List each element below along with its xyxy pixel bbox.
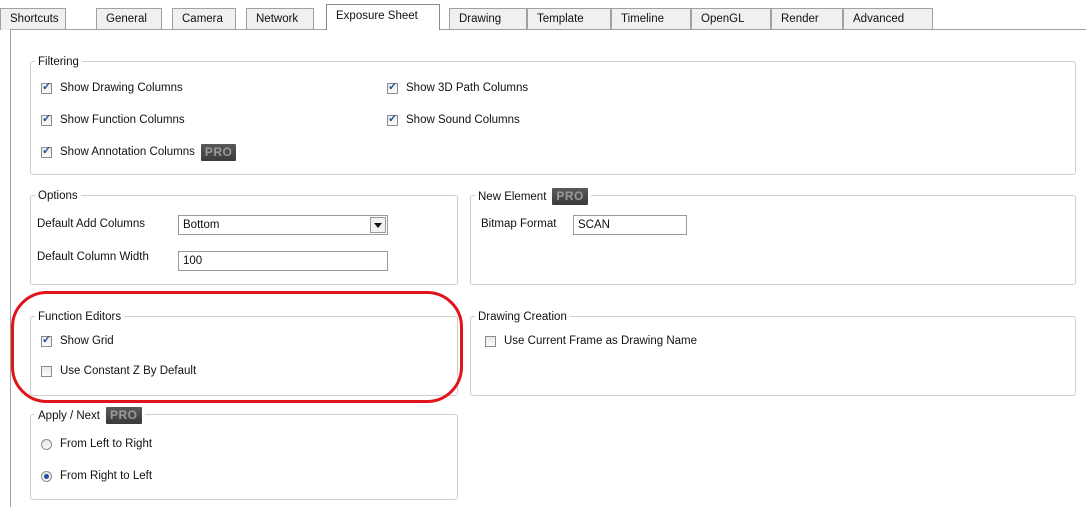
apply-next-group: Apply / Next PRO From Left to Right From … bbox=[30, 407, 458, 500]
check-icon: ✓ bbox=[42, 333, 52, 346]
filtering-group: Filtering ✓ Show Drawing Columns ✓ Show … bbox=[30, 54, 1076, 175]
default-add-columns-select[interactable]: Bottom bbox=[178, 215, 388, 235]
checkbox-label: Show Annotation Columns bbox=[60, 146, 195, 158]
radio-button[interactable] bbox=[41, 470, 52, 482]
tab-bar: Shortcuts General Camera Network Exposur… bbox=[0, 0, 1086, 30]
check-icon: ✓ bbox=[42, 112, 52, 125]
default-column-width-input[interactable]: 100 bbox=[178, 251, 388, 271]
drawing-creation-title: Drawing Creation bbox=[475, 309, 570, 325]
tab-shortcuts[interactable]: Shortcuts bbox=[0, 8, 66, 30]
checkbox-label: Show Drawing Columns bbox=[60, 82, 183, 94]
new-element-title-text: New Element bbox=[478, 191, 547, 203]
filtering-title: Filtering bbox=[35, 54, 82, 70]
radio-label: From Right to Left bbox=[60, 470, 153, 482]
pro-badge: PRO bbox=[106, 407, 142, 424]
default-add-columns-label: Default Add Columns bbox=[37, 218, 146, 230]
tab-exposure-sheet[interactable]: Exposure Sheet bbox=[326, 4, 440, 30]
options-title: Options bbox=[35, 188, 81, 204]
checkbox-box[interactable]: ✓ bbox=[41, 80, 52, 94]
radio-button[interactable] bbox=[41, 438, 52, 450]
from-left-to-right-radio[interactable]: From Left to Right bbox=[41, 435, 152, 453]
tab-opengl[interactable]: OpenGL bbox=[691, 8, 771, 30]
show-drawing-columns-checkbox[interactable]: ✓ Show Drawing Columns bbox=[41, 79, 183, 97]
show-annotation-columns-checkbox[interactable]: ✓ Show Annotation Columns PRO bbox=[41, 143, 237, 161]
new-element-title: New Element PRO bbox=[475, 188, 591, 205]
checkbox-label: Show Grid bbox=[60, 335, 114, 347]
checkbox-label: Show 3D Path Columns bbox=[406, 82, 529, 94]
checkbox-box[interactable]: ✓ bbox=[41, 112, 52, 126]
options-group: Options Default Add Columns Bottom Defau… bbox=[30, 188, 458, 285]
drawing-creation-group: Drawing Creation Use Current Frame as Dr… bbox=[470, 309, 1076, 396]
tab-render[interactable]: Render bbox=[771, 8, 843, 30]
check-icon: ✓ bbox=[42, 144, 52, 157]
bitmap-format-input[interactable]: SCAN bbox=[573, 215, 687, 235]
default-column-width-label: Default Column Width bbox=[37, 251, 149, 263]
checkbox-box[interactable] bbox=[485, 335, 496, 347]
tab-template[interactable]: Template bbox=[527, 8, 611, 30]
checkbox-label: Show Sound Columns bbox=[406, 114, 520, 126]
checkbox-label: Use Current Frame as Drawing Name bbox=[504, 335, 698, 347]
checkbox-box[interactable]: ✓ bbox=[41, 144, 52, 158]
function-editors-group: Function Editors ✓ Show Grid Use Constan… bbox=[30, 309, 458, 396]
use-current-frame-checkbox[interactable]: Use Current Frame as Drawing Name bbox=[485, 332, 697, 350]
tab-advanced[interactable]: Advanced bbox=[843, 8, 933, 30]
checkbox-box[interactable]: ✓ bbox=[41, 333, 52, 347]
tab-network[interactable]: Network bbox=[246, 8, 314, 30]
checkbox-box[interactable]: ✓ bbox=[387, 80, 398, 94]
show-sound-columns-checkbox[interactable]: ✓ Show Sound Columns bbox=[387, 111, 520, 129]
radio-selected-dot bbox=[44, 473, 49, 479]
show-function-columns-checkbox[interactable]: ✓ Show Function Columns bbox=[41, 111, 185, 129]
tab-drawing[interactable]: Drawing bbox=[449, 8, 527, 30]
tab-general[interactable]: General bbox=[96, 8, 162, 30]
apply-next-title: Apply / Next PRO bbox=[35, 407, 145, 424]
bitmap-format-label: Bitmap Format bbox=[481, 218, 557, 230]
tab-camera[interactable]: Camera bbox=[172, 8, 236, 30]
from-right-to-left-radio[interactable]: From Right to Left bbox=[41, 467, 152, 485]
checkbox-box[interactable] bbox=[41, 365, 52, 377]
radio-label: From Left to Right bbox=[60, 438, 153, 450]
check-icon: ✓ bbox=[388, 112, 398, 125]
show-3d-path-columns-checkbox[interactable]: ✓ Show 3D Path Columns bbox=[387, 79, 528, 97]
use-constant-z-checkbox[interactable]: Use Constant Z By Default bbox=[41, 362, 196, 380]
checkbox-box[interactable]: ✓ bbox=[387, 112, 398, 126]
show-grid-checkbox[interactable]: ✓ Show Grid bbox=[41, 332, 114, 350]
chevron-down-icon[interactable] bbox=[370, 217, 386, 233]
checkbox-label: Show Function Columns bbox=[60, 114, 185, 126]
function-editors-title: Function Editors bbox=[35, 309, 125, 325]
checkbox-label: Use Constant Z By Default bbox=[60, 365, 197, 377]
check-icon: ✓ bbox=[42, 80, 52, 93]
select-value: Bottom bbox=[183, 219, 220, 231]
pro-badge: PRO bbox=[200, 143, 237, 161]
tab-timeline[interactable]: Timeline bbox=[611, 8, 691, 30]
pro-badge: PRO bbox=[552, 188, 588, 205]
apply-next-title-text: Apply / Next bbox=[38, 410, 100, 422]
new-element-group: New Element PRO Bitmap Format SCAN bbox=[470, 188, 1076, 285]
check-icon: ✓ bbox=[388, 80, 398, 93]
